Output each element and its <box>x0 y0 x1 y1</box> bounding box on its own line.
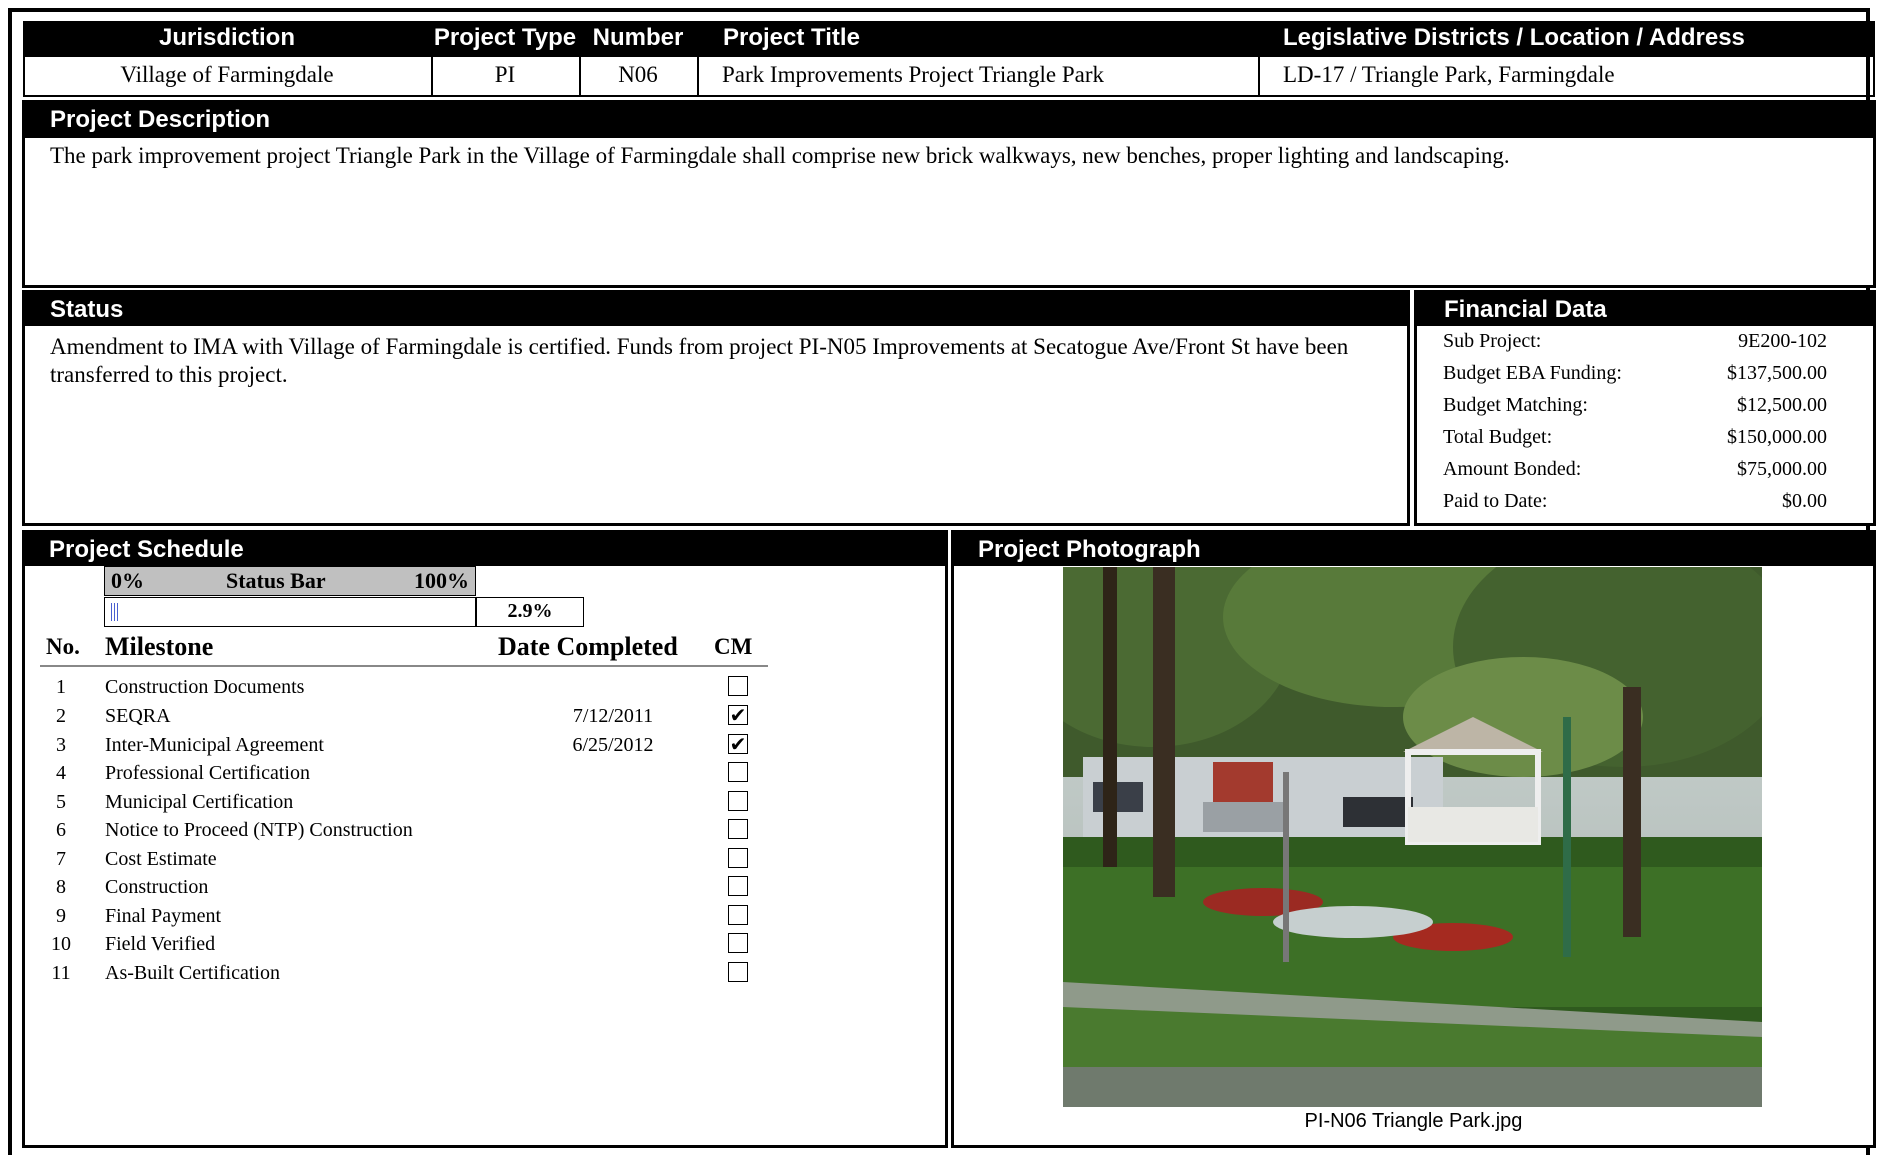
milestone-checkbox[interactable] <box>728 676 748 696</box>
financial-label: Paid to Date: <box>1443 490 1548 512</box>
financial-label: Budget EBA Funding: <box>1443 362 1622 384</box>
milestone-row: 3 Inter-Municipal Agreement 6/25/2012 ✔ <box>40 734 760 762</box>
milestone-no: 8 <box>56 876 66 898</box>
col-date-header: Date Completed <box>498 632 678 661</box>
jurisdiction-value: Village of Farmingdale <box>120 62 334 87</box>
milestone-row: 1 Construction Documents <box>40 676 760 704</box>
milestone-name: Inter-Municipal Agreement <box>105 734 324 756</box>
financial-label: Total Budget: <box>1443 426 1553 448</box>
col-number-header: Number <box>579 24 697 52</box>
financial-label: Sub Project: <box>1443 330 1542 352</box>
financial-label: Budget Matching: <box>1443 394 1588 416</box>
project-title-value: Park Improvements Project Triangle Park <box>722 62 1105 87</box>
financial-value: $12,500.00 <box>1737 394 1827 416</box>
description-title: Project Description <box>50 106 271 134</box>
col-title-header: Project Title <box>723 24 860 52</box>
milestone-name: Field Verified <box>105 933 216 955</box>
col-cm-header: CM <box>714 634 753 659</box>
photo-title: Project Photograph <box>978 536 1201 564</box>
financial-value: $150,000.00 <box>1727 426 1827 448</box>
milestone-no: 6 <box>56 819 66 841</box>
financial-value: $0.00 <box>1782 490 1827 512</box>
divider <box>697 57 699 97</box>
milestone-no: 7 <box>56 848 66 870</box>
milestone-row: 10 Field Verified <box>40 933 760 961</box>
milestone-no: 4 <box>56 762 66 784</box>
milestone-checkbox[interactable] <box>728 848 748 868</box>
milestone-row: 4 Professional Certification <box>40 762 760 790</box>
milestone-name: Construction <box>105 876 209 898</box>
schedule-header-rule <box>40 665 768 667</box>
park-photo-image <box>1013 527 1793 1107</box>
status-bar-min-label: 0% <box>111 568 144 593</box>
location-value: LD-17 / Triangle Park, Farmingdale <box>1283 62 1615 87</box>
status-bar-track <box>104 597 476 627</box>
milestone-checkbox[interactable] <box>728 905 748 925</box>
milestone-checkbox[interactable]: ✔ <box>728 705 748 725</box>
milestone-row: 8 Construction <box>40 876 760 904</box>
milestone-no: 3 <box>56 734 66 756</box>
milestone-no: 11 <box>51 962 71 984</box>
status-text: Amendment to IMA with Village of Farming… <box>50 334 1349 387</box>
milestone-name: Notice to Proceed (NTP) Construction <box>105 819 413 841</box>
schedule-title: Project Schedule <box>49 536 244 564</box>
photo-caption: PI-N06 Triangle Park.jpg <box>1304 1110 1523 1132</box>
status-bar-max-label: 100% <box>414 568 469 593</box>
milestone-row: 7 Cost Estimate <box>40 848 760 876</box>
milestone-date: 7/12/2011 <box>572 705 654 727</box>
milestone-checkbox[interactable] <box>728 819 748 839</box>
milestone-checkbox[interactable]: ✔ <box>728 734 748 754</box>
milestone-checkbox[interactable] <box>728 876 748 896</box>
milestone-checkbox[interactable] <box>728 962 748 982</box>
milestone-date: 6/25/2012 <box>572 734 654 756</box>
financial-title: Financial Data <box>1444 296 1607 324</box>
milestone-name: Municipal Certification <box>105 791 294 813</box>
milestone-no: 5 <box>56 791 66 813</box>
milestone-no: 9 <box>56 905 66 927</box>
project-type-value: PI <box>494 62 516 87</box>
number-value: N06 <box>618 62 658 87</box>
col-project-type-header: Project Type <box>431 24 579 52</box>
financial-value: $75,000.00 <box>1737 458 1827 480</box>
status-title: Status <box>50 296 124 324</box>
milestone-name: Professional Certification <box>105 762 310 784</box>
milestone-row: 9 Final Payment <box>40 905 760 933</box>
project-photo <box>1013 527 1793 1107</box>
col-jurisdiction-header: Jurisdiction <box>23 24 431 52</box>
status-bar-tick <box>111 603 112 621</box>
col-no-header: No. <box>46 634 80 659</box>
milestone-name: Final Payment <box>105 905 222 927</box>
financial-value: 9E200-102 <box>1738 330 1827 352</box>
milestone-row: 11 As-Built Certification <box>40 962 760 990</box>
milestone-no: 10 <box>51 933 71 955</box>
milestone-row: 5 Municipal Certification <box>40 791 760 819</box>
description-header <box>25 103 1873 138</box>
milestone-no: 2 <box>56 705 66 727</box>
divider <box>1258 57 1260 97</box>
milestone-no: 1 <box>56 676 66 698</box>
description-text: The park improvement project Triangle Pa… <box>50 143 1510 168</box>
col-location-header: Legislative Districts / Location / Addre… <box>1283 24 1745 52</box>
financial-label: Amount Bonded: <box>1443 458 1582 480</box>
col-milestone-header: Milestone <box>105 632 214 661</box>
milestone-checkbox[interactable] <box>728 933 748 953</box>
status-bar-tick <box>114 603 115 621</box>
milestone-name: As-Built Certification <box>105 962 280 984</box>
milestone-row: 2 SEQRA 7/12/2011 ✔ <box>40 705 760 733</box>
milestone-name: Construction Documents <box>105 676 305 698</box>
financial-value: $137,500.00 <box>1727 362 1827 384</box>
status-bar-tick <box>117 603 118 621</box>
milestone-checkbox[interactable] <box>728 791 748 811</box>
status-percent: 2.9% <box>507 600 553 622</box>
status-bar-label: Status Bar <box>226 568 326 593</box>
status-header <box>25 293 1407 326</box>
milestone-checkbox[interactable] <box>728 762 748 782</box>
milestone-name: SEQRA <box>105 705 171 727</box>
milestone-name: Cost Estimate <box>105 848 217 870</box>
milestone-row: 6 Notice to Proceed (NTP) Construction <box>40 819 760 847</box>
